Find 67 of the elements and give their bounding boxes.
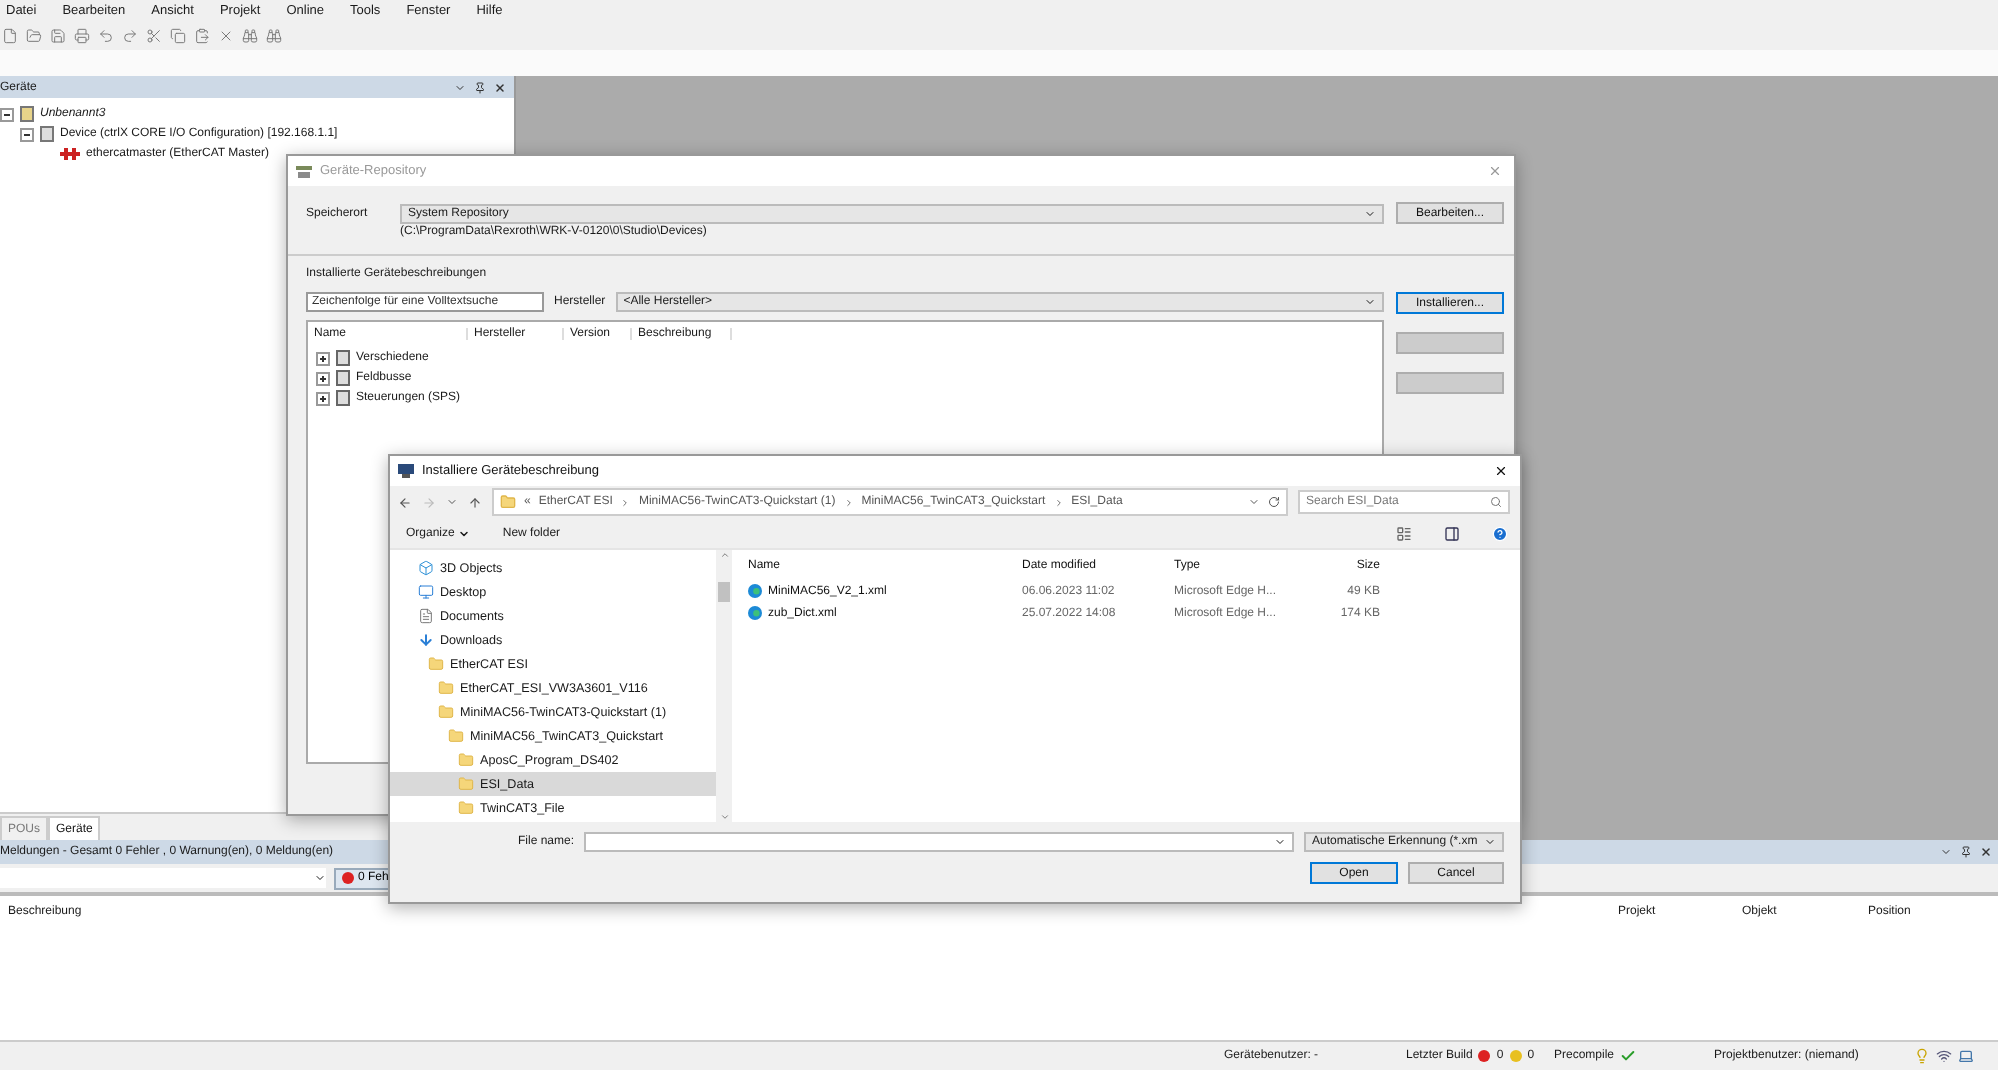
- chevron-icon: [1053, 497, 1064, 507]
- folder-icon: [458, 776, 474, 792]
- cube-icon: [418, 560, 434, 576]
- scroll-up-icon[interactable]: [719, 550, 729, 560]
- close-icon[interactable]: [1494, 464, 1508, 478]
- collapse-icon[interactable]: [20, 127, 34, 141]
- forward-icon[interactable]: [422, 495, 436, 509]
- scroll-down-icon[interactable]: [719, 812, 729, 822]
- dropdown-icon[interactable]: [454, 81, 466, 93]
- folder-icon: [438, 704, 454, 720]
- copy-icon[interactable]: [170, 28, 186, 44]
- folder-icon: [428, 656, 444, 672]
- file-name-field[interactable]: [584, 832, 1294, 852]
- expand-icon[interactable]: [316, 351, 330, 365]
- warning-icon: [1509, 1049, 1522, 1061]
- preview-pane-icon[interactable]: [1444, 525, 1460, 541]
- open-folder-icon[interactable]: [26, 28, 42, 44]
- dropdown-icon[interactable]: [446, 496, 458, 508]
- network-icon: [1936, 1047, 1952, 1063]
- dropdown-icon[interactable]: [1940, 846, 1952, 858]
- new-file-icon[interactable]: [2, 28, 18, 44]
- dropdown-icon: [1484, 836, 1496, 848]
- folder-icon: [500, 494, 516, 510]
- folder-icon: [458, 800, 474, 816]
- collapse-icon[interactable]: [0, 107, 14, 121]
- delete-icon[interactable]: [218, 28, 234, 44]
- laptop-icon: [1958, 1047, 1974, 1063]
- refresh-icon[interactable]: [1268, 496, 1280, 508]
- binoculars-icon[interactable]: [242, 28, 258, 44]
- check-icon: [1620, 1047, 1637, 1063]
- scroll-thumb[interactable]: [718, 581, 730, 601]
- binoculars-icon[interactable]: [266, 28, 282, 44]
- save-icon[interactable]: [50, 28, 66, 44]
- dropdown-icon: [314, 872, 326, 884]
- folder-icon: [448, 728, 464, 744]
- dropdown-icon: [1274, 836, 1286, 848]
- expand-icon[interactable]: [316, 391, 330, 405]
- redo-icon[interactable]: [122, 28, 138, 44]
- dropdown-icon: [1364, 207, 1376, 219]
- paste-icon[interactable]: [194, 28, 210, 44]
- dropdown-icon[interactable]: [1248, 496, 1260, 508]
- folder-icon: [458, 752, 474, 768]
- undo-icon[interactable]: [98, 28, 114, 44]
- cut-icon[interactable]: [146, 28, 162, 44]
- download-icon: [418, 632, 434, 648]
- pin-icon[interactable]: [1960, 846, 1972, 858]
- dropdown-icon: [1364, 296, 1376, 308]
- caret-icon: [458, 527, 471, 539]
- view-icon[interactable]: [1396, 525, 1412, 541]
- close-icon[interactable]: [1980, 846, 1992, 858]
- up-icon[interactable]: [468, 495, 482, 509]
- help-icon[interactable]: [1492, 525, 1508, 541]
- lightbulb-icon: [1914, 1047, 1930, 1063]
- printer-icon[interactable]: [74, 28, 90, 44]
- chevron-icon: [620, 497, 631, 507]
- folder-icon: [438, 680, 454, 696]
- error-icon: [1478, 1049, 1491, 1061]
- window-icon: [398, 464, 414, 478]
- chevron-icon: [843, 497, 854, 507]
- back-icon[interactable]: [398, 495, 412, 509]
- error-icon: [342, 872, 354, 884]
- close-icon[interactable]: [494, 81, 506, 93]
- search-icon: [1490, 496, 1502, 508]
- monitor-icon: [418, 584, 434, 600]
- document-icon: [418, 608, 434, 624]
- expand-icon[interactable]: [316, 371, 330, 385]
- pin-icon[interactable]: [474, 81, 486, 93]
